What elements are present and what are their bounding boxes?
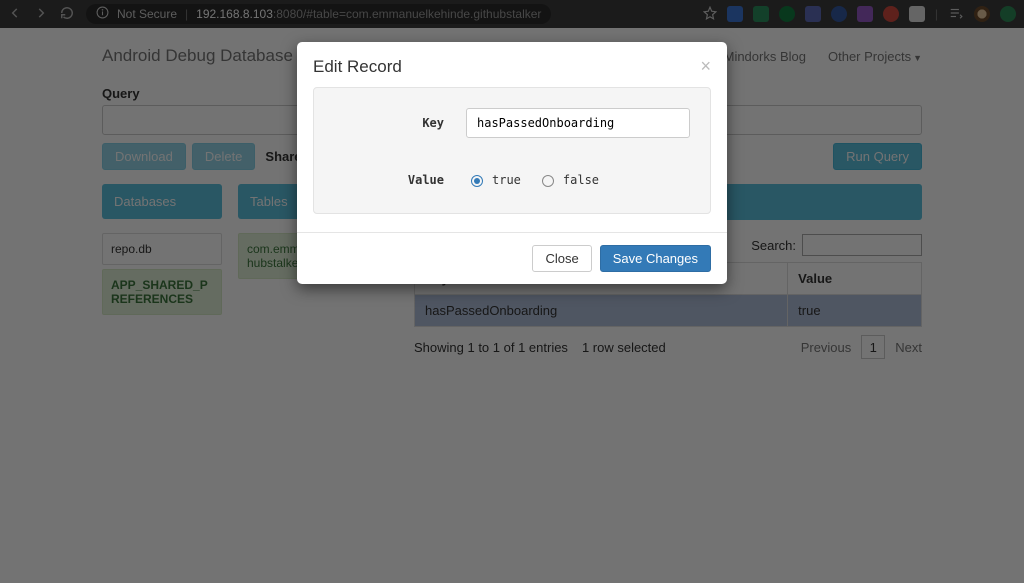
radio-false[interactable]: false bbox=[537, 172, 599, 187]
close-icon[interactable]: × bbox=[700, 56, 711, 77]
key-field-label: Key bbox=[334, 116, 444, 130]
close-button[interactable]: Close bbox=[532, 245, 591, 272]
radio-true[interactable]: true bbox=[466, 172, 521, 187]
radio-true-input[interactable] bbox=[471, 175, 483, 187]
edit-record-modal: Edit Record × Key Value true false bbox=[297, 42, 727, 284]
radio-true-label: true bbox=[492, 173, 521, 187]
modal-title: Edit Record bbox=[313, 57, 402, 77]
radio-false-label: false bbox=[563, 173, 599, 187]
radio-false-input[interactable] bbox=[542, 175, 554, 187]
save-changes-button[interactable]: Save Changes bbox=[600, 245, 711, 272]
key-field[interactable] bbox=[466, 108, 690, 138]
modal-form: Key Value true false bbox=[313, 87, 711, 214]
value-field-label: Value bbox=[334, 173, 444, 187]
